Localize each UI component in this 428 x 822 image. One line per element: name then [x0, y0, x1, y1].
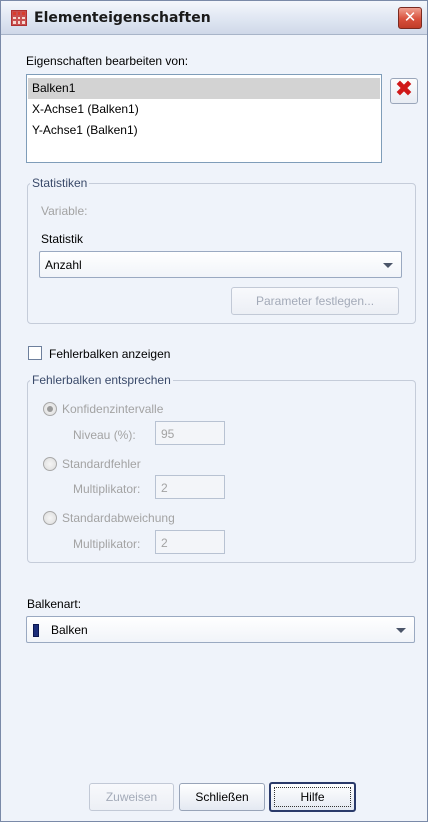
show-error-bars-label: Fehlerbalken anzeigen — [49, 347, 171, 361]
edit-properties-label: Eigenschaften bearbeiten von: — [26, 54, 189, 68]
standard-deviation-label: Standardabweichung — [62, 511, 175, 525]
list-item[interactable]: Balken1 — [28, 78, 380, 99]
confidence-interval-radio[interactable] — [43, 402, 57, 416]
statistic-select[interactable]: Anzahl — [39, 251, 402, 278]
multiplier-label: Multiplikator: — [73, 537, 141, 551]
bar-swatch-icon — [33, 624, 39, 637]
statistics-legend: Statistiken — [32, 176, 88, 190]
close-icon[interactable]: ✕ — [398, 7, 422, 29]
show-error-bars-checkbox[interactable] — [28, 346, 42, 360]
window-title: Elementeigenschaften — [34, 10, 211, 26]
focus-ring — [274, 787, 351, 807]
level-label: Niveau (%): — [73, 428, 136, 442]
close-button[interactable]: Schließen — [179, 783, 265, 811]
multiplier-input[interactable]: 2 — [155, 530, 225, 554]
list-item[interactable]: Y-Achse1 (Balken1) — [28, 120, 380, 141]
list-item[interactable]: X-Achse1 (Balken1) — [28, 99, 380, 120]
confidence-interval-label: Konfidenzintervalle — [62, 402, 164, 416]
delete-icon[interactable]: ✖ — [390, 78, 418, 104]
standard-error-radio[interactable] — [43, 457, 57, 471]
help-button[interactable]: Hilfe — [269, 782, 356, 812]
standard-deviation-radio[interactable] — [43, 511, 57, 525]
properties-target-list[interactable]: Balken1 X-Achse1 (Balken1) Y-Achse1 (Bal… — [26, 74, 382, 163]
bar-type-label: Balkenart: — [27, 597, 82, 611]
set-parameters-button[interactable]: Parameter festlegen... — [231, 287, 399, 315]
bar-type-select[interactable]: Balken — [26, 616, 415, 643]
statistic-value: Anzahl — [45, 258, 82, 272]
multiplier-input[interactable]: 2 — [155, 475, 225, 499]
chevron-down-icon — [396, 628, 406, 633]
statistic-label: Statistik — [41, 232, 84, 246]
multiplier-label: Multiplikator: — [73, 482, 141, 496]
table-icon — [11, 10, 27, 26]
error-bars-legend: Fehlerbalken entsprechen — [32, 373, 171, 387]
title-bar[interactable]: Elementeigenschaften ✕ — [1, 1, 427, 35]
apply-button[interactable]: Zuweisen — [89, 783, 174, 811]
chevron-down-icon — [383, 263, 393, 268]
level-input[interactable]: 95 — [155, 421, 225, 445]
standard-error-label: Standardfehler — [62, 457, 141, 471]
variable-label: Variable: — [41, 204, 88, 218]
element-properties-dialog: Elementeigenschaften ✕ Eigenschaften bea… — [0, 0, 428, 822]
bar-type-value: Balken — [51, 623, 88, 637]
